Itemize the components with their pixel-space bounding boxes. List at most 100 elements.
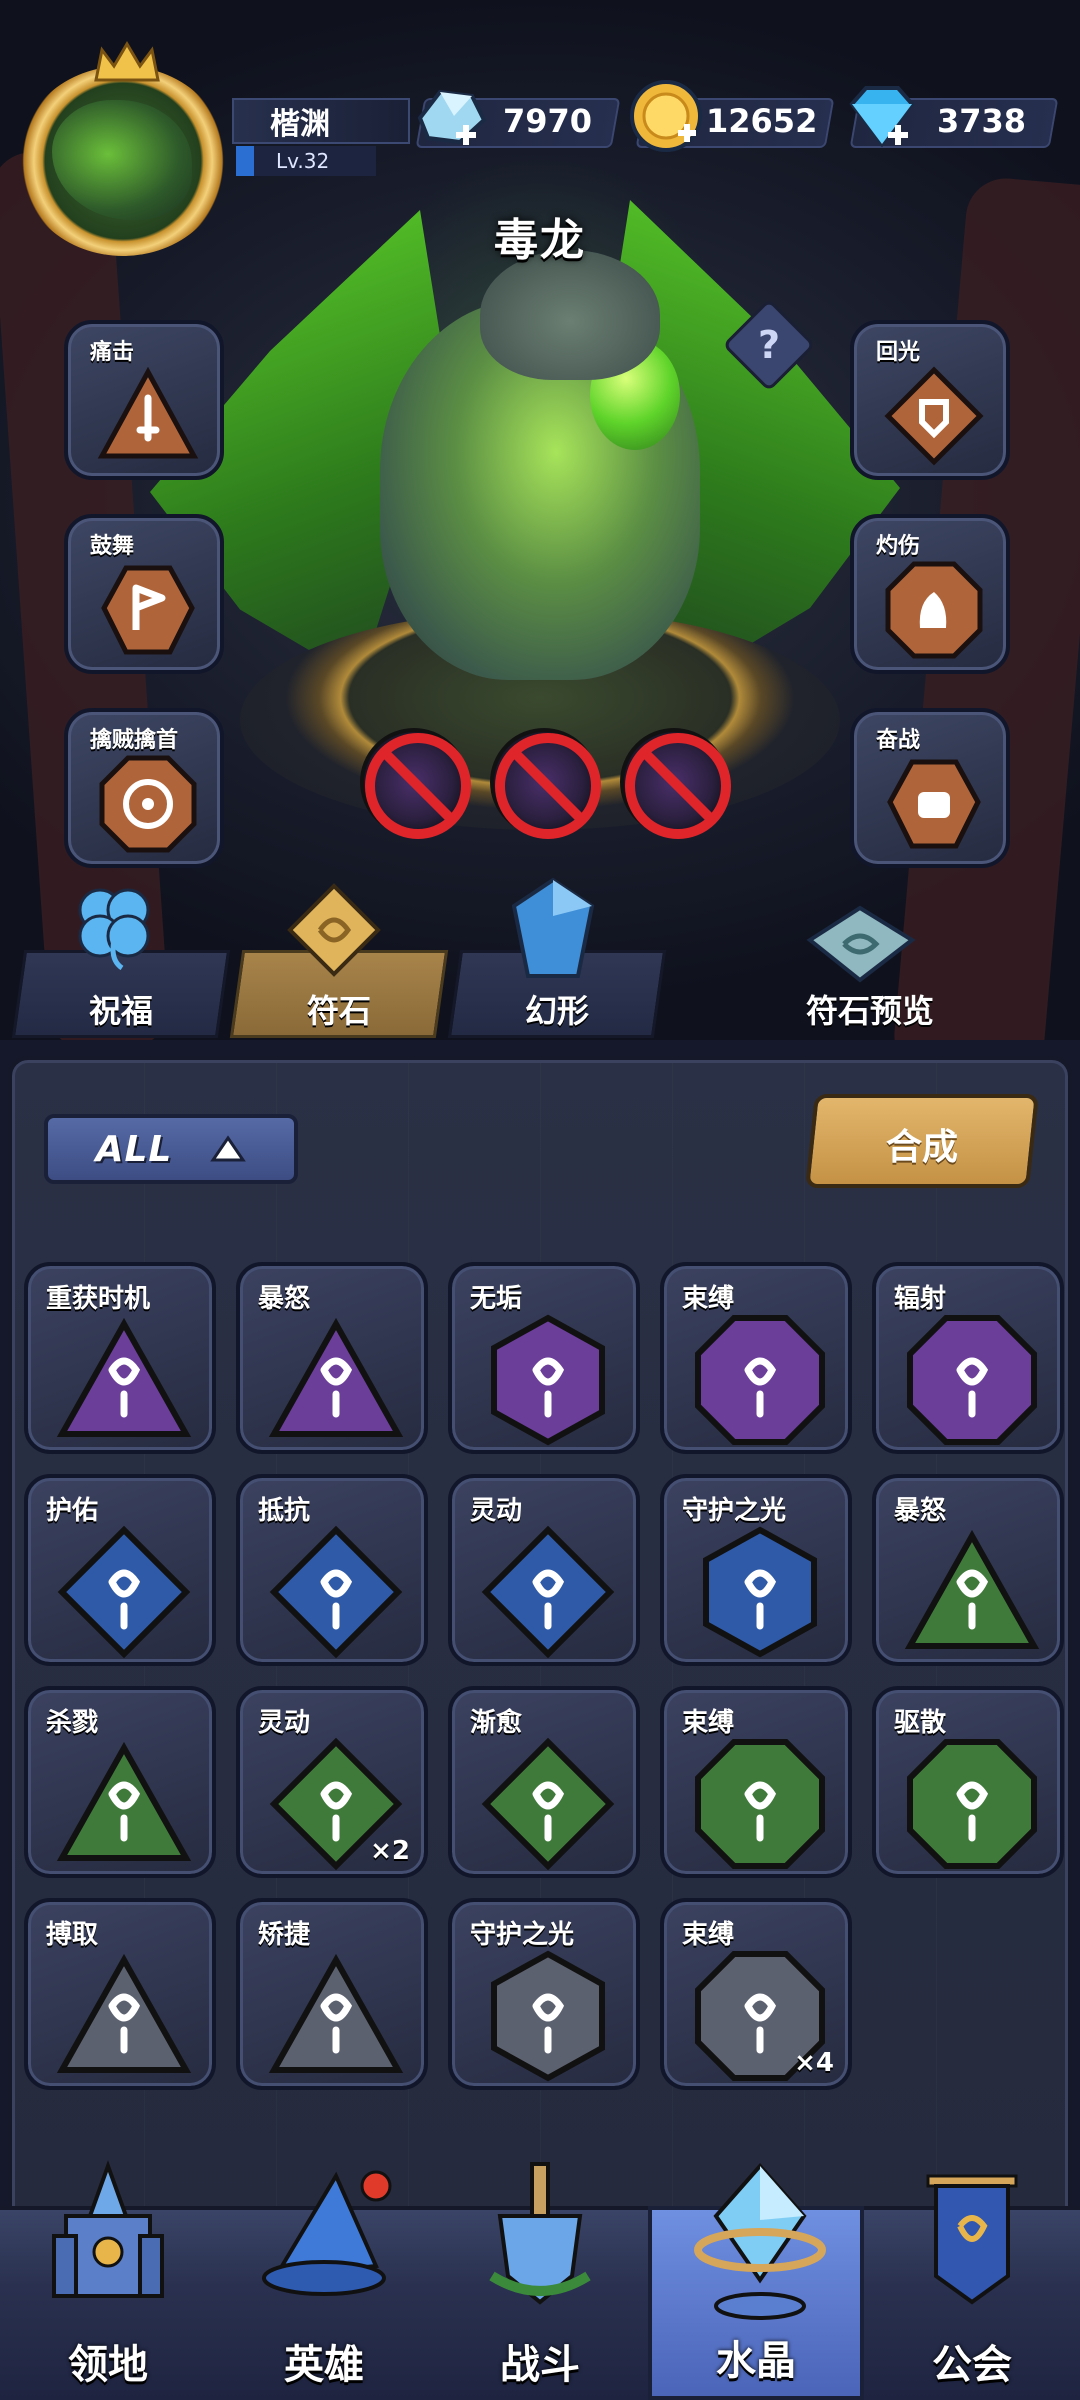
crosshair-rune-icon xyxy=(99,755,197,853)
diamond-plus-icon[interactable] xyxy=(840,80,924,154)
player-level: Lv.32 xyxy=(236,146,376,176)
tab-label: 祝福 xyxy=(88,992,153,1030)
skill-slot-left[interactable]: 痛击 xyxy=(64,320,224,480)
rune-card[interactable]: 灵动 ×2 xyxy=(236,1686,428,1878)
forbidden-icon xyxy=(625,733,731,839)
filter-label: ALL xyxy=(95,1128,173,1170)
rune-card[interactable]: 守护之光 xyxy=(448,1898,640,2090)
tab-label: 符石 xyxy=(306,992,371,1030)
fist-burst-icon xyxy=(887,759,981,849)
rune-book-icon[interactable] xyxy=(800,900,920,990)
rune-card[interactable]: 驱散 xyxy=(872,1686,1064,1878)
skill-slot-left[interactable]: 擒贼擒首 xyxy=(64,708,224,868)
crystal-icon xyxy=(694,2162,826,2320)
rune-card[interactable]: 束缚 xyxy=(660,1686,852,1878)
triangle-rune-icon xyxy=(56,1741,192,1861)
rune-card[interactable]: 辐射 xyxy=(872,1262,1064,1454)
castle-icon xyxy=(52,2160,164,2298)
triangle-rune-icon xyxy=(268,1953,404,2073)
clover-icon xyxy=(78,888,150,970)
locked-rune-slot[interactable] xyxy=(360,728,471,839)
locked-rune-slot[interactable] xyxy=(620,728,731,839)
gold-coin-icon[interactable] xyxy=(626,76,706,156)
poison-dragon-head xyxy=(480,250,660,380)
diamond-rune-icon xyxy=(269,1525,403,1659)
skill-slot-right[interactable]: 回光 xyxy=(850,320,1010,480)
forbidden-icon xyxy=(495,733,601,839)
crown-icon xyxy=(94,41,160,82)
rune-card[interactable]: 灵动 xyxy=(448,1474,640,1666)
player-name: 楷渊 xyxy=(270,107,330,142)
flag-rune-icon xyxy=(101,565,195,655)
tab-rune-preview[interactable]: 符石预览 xyxy=(780,986,960,1032)
skill-slot-right[interactable]: 奋战 xyxy=(850,708,1010,868)
skill-label: 灼伤 xyxy=(876,534,921,559)
rune-card[interactable]: 暴怒 xyxy=(872,1474,1064,1666)
nav-guild[interactable]: 公会 xyxy=(864,2174,1080,2400)
sword-rune-icon xyxy=(97,366,199,459)
diamond-amount: 3738 xyxy=(936,102,1026,140)
rune-card[interactable]: 杀戮 xyxy=(24,1686,216,1878)
rune-card[interactable]: 守护之光 xyxy=(660,1474,852,1666)
octagon-rune-icon xyxy=(907,1739,1037,1869)
rune-card[interactable]: 护佑 xyxy=(24,1474,216,1666)
help-icon: ? xyxy=(757,323,781,367)
rune-count: ×2 xyxy=(370,1836,410,1866)
hexagon-rune-icon xyxy=(491,1314,605,1446)
boss-name: 毒龙 xyxy=(494,215,586,266)
crystal-amount: 7970 xyxy=(502,102,592,140)
triangle-up-icon xyxy=(210,1135,247,1162)
rune-card[interactable]: 搏取 xyxy=(24,1898,216,2090)
skill-label: 痛击 xyxy=(90,340,135,365)
hexagon-rune-icon xyxy=(491,1950,605,2082)
hexagon-rune-icon xyxy=(703,1526,817,1658)
blue-crystal-icon xyxy=(511,877,595,978)
nav-territory[interactable]: 领地 xyxy=(0,2160,216,2400)
filter-dropdown[interactable]: ALL xyxy=(44,1114,298,1184)
nav-crystal[interactable]: 水晶 xyxy=(648,2162,864,2400)
skill-label: 擒贼擒首 xyxy=(90,728,179,753)
player-name-plate: 楷渊 xyxy=(232,98,410,144)
octagon-rune-icon xyxy=(695,1315,825,1445)
nav-label: 领地 xyxy=(68,2342,148,2388)
ice-crystal-plus-icon[interactable] xyxy=(410,82,492,156)
shield-sparkle-icon xyxy=(884,366,984,466)
locked-rune-slot[interactable] xyxy=(490,728,601,839)
guild-banner-icon xyxy=(926,2174,1018,2305)
gold-amount: 12652 xyxy=(706,102,818,140)
rune-card[interactable]: 渐愈 xyxy=(448,1686,640,1878)
tab-label: 幻形 xyxy=(524,992,589,1030)
rune-card[interactable]: 矫捷 xyxy=(236,1898,428,2090)
rune-card[interactable]: 无垢 xyxy=(448,1262,640,1454)
rune-card[interactable]: 束缚 ×4 xyxy=(660,1898,852,2090)
nav-label: 英雄 xyxy=(284,2342,364,2388)
rune-card[interactable]: 重获时机 xyxy=(24,1262,216,1454)
octagon-rune-icon xyxy=(695,1739,825,1869)
merge-button-label: 合成 xyxy=(885,1127,958,1168)
wizard-hat-icon xyxy=(262,2170,392,2296)
skill-slot-right[interactable]: 灼伤 xyxy=(850,514,1010,674)
rune-card[interactable]: 抵抗 xyxy=(236,1474,428,1666)
diamond-rune-icon xyxy=(57,1525,191,1659)
flame-fist-icon xyxy=(885,561,983,659)
nav-battle[interactable]: 战斗 xyxy=(432,2162,648,2400)
triangle-rune-icon xyxy=(56,1953,192,2073)
rune-card[interactable]: 暴怒 xyxy=(236,1262,428,1454)
rune-stone-icon xyxy=(287,883,381,977)
skill-label: 奋战 xyxy=(876,728,921,753)
skill-label: 鼓舞 xyxy=(90,534,135,559)
triangle-rune-icon xyxy=(56,1317,192,1437)
rune-count: ×4 xyxy=(794,2048,834,2078)
nav-label: 公会 xyxy=(932,2342,1012,2388)
skill-slot-left[interactable]: 鼓舞 xyxy=(64,514,224,674)
nav-label: 水晶 xyxy=(716,2338,796,2384)
triangle-rune-icon xyxy=(904,1529,1040,1649)
diamond-rune-icon xyxy=(481,1525,615,1659)
triangle-rune-icon xyxy=(268,1317,404,1437)
sword-shield-icon xyxy=(489,2162,591,2305)
rune-card[interactable]: 束缚 xyxy=(660,1262,852,1454)
forbidden-icon xyxy=(365,733,471,839)
nav-heroes[interactable]: 英雄 xyxy=(216,2170,432,2400)
octagon-rune-icon xyxy=(907,1315,1037,1445)
skill-label: 回光 xyxy=(876,340,921,365)
